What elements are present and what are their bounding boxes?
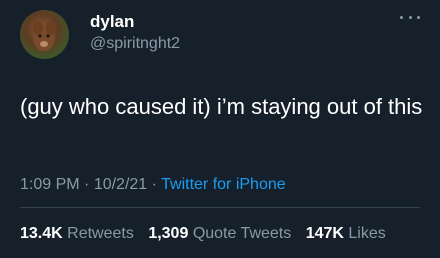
engagement-stats: 13.4K Retweets 1,309 Quote Tweets 147K L… — [20, 225, 396, 243]
quote-tweets-stat[interactable]: 1,309 Quote Tweets — [148, 225, 301, 242]
avatar[interactable] — [20, 10, 69, 59]
separator-dot: · — [147, 176, 162, 193]
tweet-metadata: 1:09 PM · 10/2/21 · Twitter for iPhone — [20, 176, 286, 194]
retweets-count: 13.4K — [20, 225, 63, 242]
retweets-label: Retweets — [67, 225, 134, 242]
avatar-image — [33, 21, 56, 51]
more-options-icon[interactable] — [400, 10, 420, 24]
divider — [20, 207, 420, 208]
tweet-date[interactable]: 10/2/21 — [94, 176, 147, 193]
likes-label: Likes — [348, 225, 386, 242]
quote-tweets-count: 1,309 — [148, 225, 189, 242]
tweet-text: (guy who caused it) i’m staying out of t… — [20, 94, 423, 119]
tweet-card: dylan @spiritnght2 (guy who caused it) i… — [0, 0, 440, 258]
likes-count: 147K — [305, 225, 344, 242]
retweets-stat[interactable]: 13.4K Retweets — [20, 225, 144, 242]
likes-stat[interactable]: 147K Likes — [306, 225, 396, 242]
separator-dot: · — [79, 176, 94, 193]
user-handle[interactable]: @spiritnght2 — [90, 35, 180, 53]
tweet-source-link[interactable]: Twitter for iPhone — [161, 176, 286, 193]
tweet-time[interactable]: 1:09 PM — [20, 176, 80, 193]
quote-tweets-label: Quote Tweets — [192, 225, 292, 242]
display-name[interactable]: dylan — [90, 12, 134, 32]
